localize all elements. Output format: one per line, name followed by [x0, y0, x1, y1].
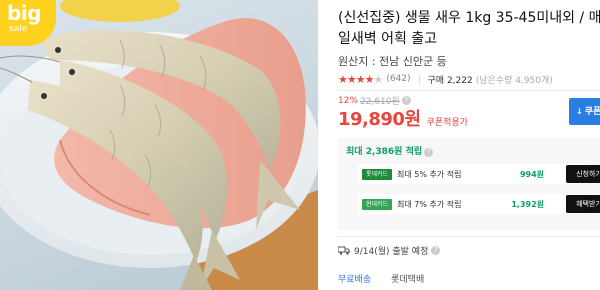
shipping-fee: 무료배송 [338, 275, 372, 285]
shrimp-photo [0, 0, 318, 290]
card-benefit-row: 현대카드 최대 7% 추가 적립 1,392원 혜택받기 [358, 194, 600, 214]
card-benefit-desc: 최대 5% 추가 적립 [397, 169, 462, 179]
price-row: 19,890원 쿠폰적용가 [338, 105, 468, 131]
points-box: 최대 2,386원 적립? 롯데카드 최대 5% 추가 적립 994원 신청하기… [338, 138, 600, 230]
badge-big-text: big [7, 1, 42, 25]
price-info-icon[interactable]: ? [401, 96, 411, 105]
max-points-label: 최대 2,386원 적립 [346, 147, 423, 157]
badge-sale-text: sale [9, 24, 28, 34]
card-benefit-amount: 1,392원 [511, 199, 544, 209]
max-points: 최대 2,386원 적립? [346, 144, 434, 157]
lotte-card-icon: 롯데카드 [362, 168, 392, 180]
shipping-carrier: 롯데택배 [391, 275, 425, 285]
card-benefit-button[interactable]: 혜택받기 [566, 195, 600, 213]
product-origin: 원산지 : 전남 신안군 등 [338, 55, 447, 68]
coupon-price-label: 쿠폰적용가 [426, 118, 468, 128]
card-benefit-desc: 최대 7% 추가 적립 [397, 199, 462, 209]
discount-rate: 12% [338, 95, 359, 106]
coupon-button-label: 쿠폰 [584, 107, 600, 117]
shipping-info-icon[interactable]: ? [431, 246, 441, 255]
product-info-panel: (신선집중) 생물 새우 1kg 35-45미내외 / 매일새벽 어획 출고 원… [338, 0, 600, 290]
hyundai-card-icon: 현대카드 [362, 198, 392, 210]
shipping-date: 9/14(월) 출발 예정 [354, 247, 429, 257]
divider [338, 236, 600, 237]
purchase-count: 구매 2,222 [427, 75, 473, 86]
card-benefit-row: 롯데카드 최대 5% 추가 적립 994원 신청하기 [358, 164, 600, 184]
rating-stars-icon[interactable]: ★★★★★ [338, 73, 383, 86]
shipping-date-row: 9/14(월) 출발 예정 ? [338, 244, 441, 257]
points-info-icon[interactable]: ? [424, 148, 434, 157]
download-icon: ↓ [576, 107, 583, 116]
card-apply-button[interactable]: 신청하기 [566, 165, 600, 183]
product-image[interactable]: big sale [0, 0, 318, 290]
coupon-download-button[interactable]: ↓ 쿠폰 [569, 98, 600, 125]
remaining-quantity: (남은수량 4,950개) [475, 75, 553, 86]
divider [338, 90, 600, 91]
sale-price: 19,890원 [338, 109, 421, 130]
rating-row: ★★★★★ (642) 구매 2,222 (남은수량 4,950개) [338, 72, 553, 86]
review-count[interactable]: (642) [386, 74, 410, 84]
card-benefit-amount: 994원 [519, 169, 544, 179]
divider [418, 74, 420, 84]
product-title: (신선집중) 생물 새우 1kg 35-45미내외 / 매일새벽 어획 출고 [338, 10, 600, 47]
delivery-row: 무료배송 롯데택배 [338, 272, 424, 285]
truck-icon [338, 246, 350, 255]
